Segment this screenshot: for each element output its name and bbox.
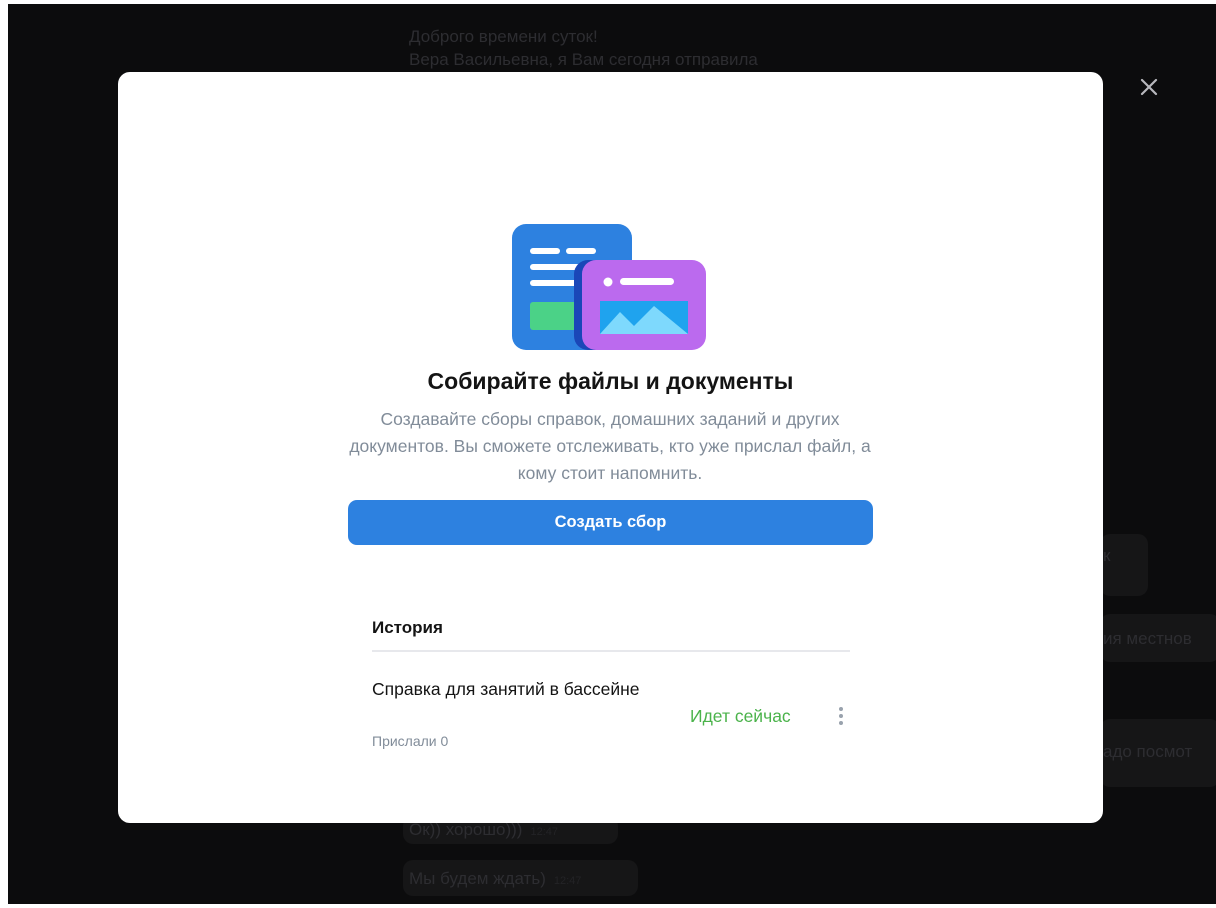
documents-illustration xyxy=(508,222,708,352)
history-item-submissions: Прислали 0 xyxy=(372,733,449,749)
modal-description: Создавайте сборы справок, домашних задан… xyxy=(349,409,871,483)
history-item[interactable]: Справка для занятий в бассейне Прислали … xyxy=(372,676,852,756)
close-button[interactable] xyxy=(1134,72,1164,102)
chat-message: Вера Васильевна, я Вам сегодня отправила xyxy=(409,50,758,69)
history-title: История xyxy=(372,618,443,637)
create-collection-button[interactable]: Создать сбор xyxy=(348,500,873,545)
chat-message: адо посмот xyxy=(1103,742,1193,761)
history-item-name: Справка для занятий в бассейне xyxy=(372,679,640,699)
more-vertical-icon[interactable] xyxy=(830,703,852,729)
chat-message: Доброго времени суток! xyxy=(409,27,598,46)
history-divider xyxy=(372,650,850,652)
chat-message: Мы будем ждать) 12:47 xyxy=(409,869,582,888)
collect-files-modal: Собирайте файлы и документы Создавайте с… xyxy=(118,72,1103,823)
chat-message: ия местнов xyxy=(1103,629,1192,648)
history-item-status: Идет сейчас xyxy=(690,706,791,726)
close-icon xyxy=(1140,78,1158,96)
chat-message: к xyxy=(1103,546,1111,565)
modal-title: Собирайте файлы и документы xyxy=(427,368,794,394)
